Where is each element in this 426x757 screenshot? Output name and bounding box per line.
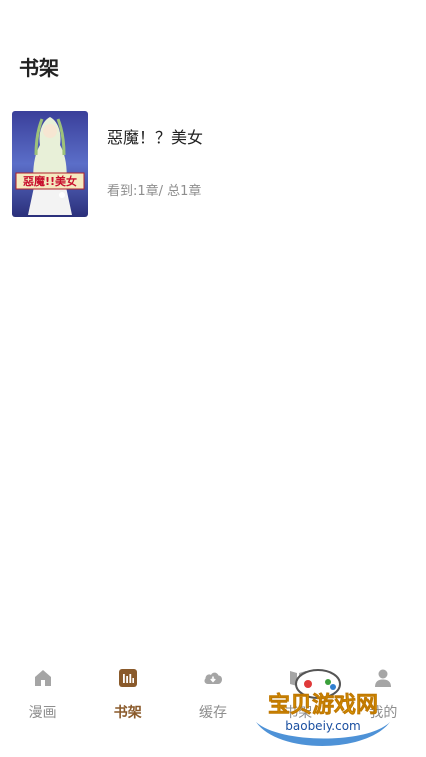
- tab-cache-label: 缓存: [199, 705, 227, 721]
- page-title: 书架: [19, 56, 59, 80]
- watermark-title: 宝贝游戏网: [268, 692, 378, 718]
- tab-bookshelf-label: 书架: [113, 705, 142, 721]
- home-icon: [32, 667, 54, 689]
- tab-bookshelf[interactable]: 书架: [85, 655, 170, 735]
- book-cover[interactable]: 惡魔!!美女: [12, 111, 88, 217]
- cloud-download-icon: [202, 667, 224, 689]
- bookshelf-item[interactable]: 惡魔!!美女 惡魔！？美女 看到:1章/ 总1章: [12, 111, 414, 219]
- reading-progress: 看到:1章/ 总1章: [107, 184, 202, 199]
- tab-comics[interactable]: 漫画: [0, 655, 85, 735]
- watermark-url: baobeiy.com: [285, 719, 360, 733]
- tab-cache[interactable]: 缓存: [170, 655, 255, 735]
- book-cover-title: 惡魔!!美女: [23, 174, 77, 188]
- app-screen: 书架 惡魔!!美女 惡魔！？美女 看到:1章/ 总1章 漫画 书架 缓存 书架 …: [0, 0, 426, 757]
- tab-comics-label: 漫画: [28, 705, 57, 721]
- bookshelf-icon: [117, 667, 139, 689]
- watermark-logo: 宝贝游戏网 baobeiy.com: [248, 662, 398, 752]
- book-title: 惡魔！？美女: [107, 128, 204, 147]
